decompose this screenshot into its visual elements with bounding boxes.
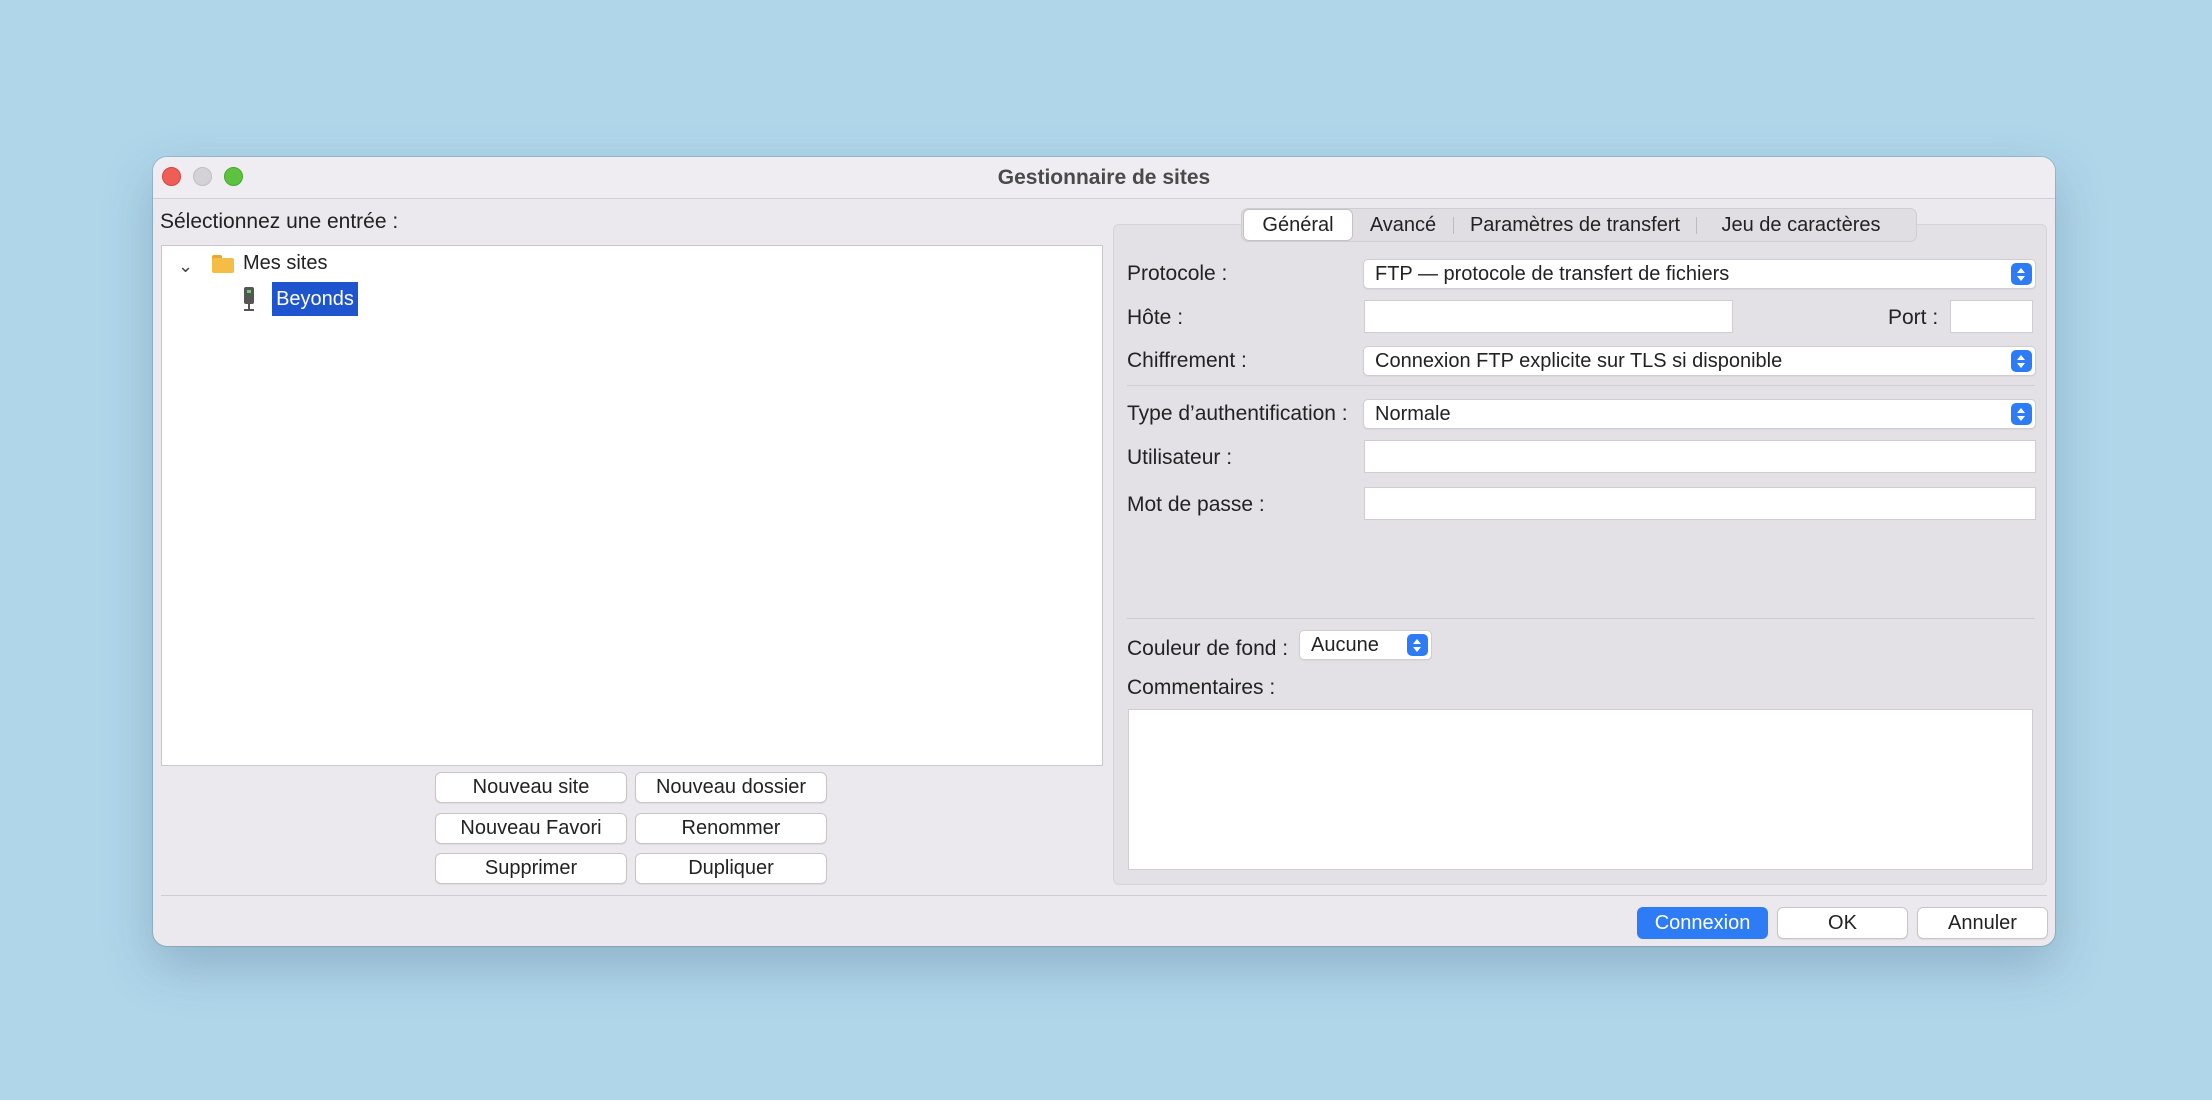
host-label: Hôte : bbox=[1127, 306, 1184, 329]
duplicate-button[interactable]: Dupliquer bbox=[635, 853, 827, 884]
server-icon bbox=[244, 287, 254, 311]
window-title: Gestionnaire de sites bbox=[997, 166, 1211, 189]
encryption-value: Connexion FTP explicite sur TLS si dispo… bbox=[1375, 350, 1783, 372]
encryption-select[interactable]: Connexion FTP explicite sur TLS si dispo… bbox=[1363, 346, 2036, 376]
new-bookmark-button[interactable]: Nouveau Favori bbox=[435, 813, 627, 844]
tab-general[interactable]: Général bbox=[1243, 209, 1353, 241]
user-label: Utilisateur : bbox=[1127, 446, 1233, 469]
auth-type-label: Type d’authentification : bbox=[1127, 402, 1348, 425]
cancel-button[interactable]: Annuler bbox=[1917, 907, 2048, 939]
tree-item-beyonds[interactable]: Beyonds bbox=[272, 282, 358, 316]
site-tree[interactable]: ⌄ Mes sites Beyonds bbox=[161, 245, 1103, 766]
select-stepper-icon bbox=[1407, 634, 1428, 656]
select-stepper-icon bbox=[2011, 403, 2032, 425]
select-entry-label: Sélectionnez une entrée : bbox=[160, 210, 399, 233]
divider bbox=[1127, 618, 2035, 619]
host-input[interactable] bbox=[1364, 300, 1733, 333]
chevron-down-icon[interactable]: ⌄ bbox=[178, 256, 193, 277]
tab-bar: Général Avancé Paramètres de transfert J… bbox=[1241, 208, 1917, 242]
folder-icon bbox=[212, 255, 234, 273]
comments-label: Commentaires : bbox=[1127, 676, 1276, 699]
tab-transfer-settings[interactable]: Paramètres de transfert bbox=[1454, 209, 1696, 241]
divider bbox=[1127, 385, 2035, 386]
bg-color-select[interactable]: Aucune bbox=[1299, 630, 1432, 660]
bg-color-value: Aucune bbox=[1311, 634, 1379, 656]
user-input[interactable] bbox=[1364, 440, 2036, 473]
tab-advanced[interactable]: Avancé bbox=[1353, 209, 1453, 241]
select-stepper-icon bbox=[2011, 263, 2032, 285]
password-label: Mot de passe : bbox=[1127, 493, 1265, 516]
site-manager-window: Gestionnaire de sites Sélectionnez une e… bbox=[153, 157, 2055, 946]
title-bar: Gestionnaire de sites bbox=[153, 157, 2055, 199]
connect-button[interactable]: Connexion bbox=[1637, 907, 1768, 939]
footer-divider bbox=[161, 895, 2047, 896]
port-label: Port : bbox=[1888, 306, 1939, 329]
protocol-label: Protocole : bbox=[1127, 262, 1228, 285]
auth-type-value: Normale bbox=[1375, 403, 1451, 425]
delete-button[interactable]: Supprimer bbox=[435, 853, 627, 884]
rename-button[interactable]: Renommer bbox=[635, 813, 827, 844]
password-input[interactable] bbox=[1364, 487, 2036, 520]
port-input[interactable] bbox=[1950, 300, 2033, 333]
new-folder-button[interactable]: Nouveau dossier bbox=[635, 772, 827, 803]
encryption-label: Chiffrement : bbox=[1127, 349, 1247, 372]
tab-charset[interactable]: Jeu de caractères bbox=[1697, 209, 1905, 241]
bg-color-label: Couleur de fond : bbox=[1127, 637, 1289, 660]
comments-textarea[interactable] bbox=[1128, 709, 2033, 870]
select-stepper-icon bbox=[2011, 350, 2032, 372]
auth-type-select[interactable]: Normale bbox=[1363, 399, 2036, 429]
new-site-button[interactable]: Nouveau site bbox=[435, 772, 627, 803]
protocol-select[interactable]: FTP — protocole de transfert de fichiers bbox=[1363, 259, 2036, 289]
tree-item-mes-sites[interactable]: Mes sites bbox=[243, 252, 327, 275]
protocol-value: FTP — protocole de transfert de fichiers bbox=[1375, 263, 1730, 285]
ok-button[interactable]: OK bbox=[1777, 907, 1908, 939]
